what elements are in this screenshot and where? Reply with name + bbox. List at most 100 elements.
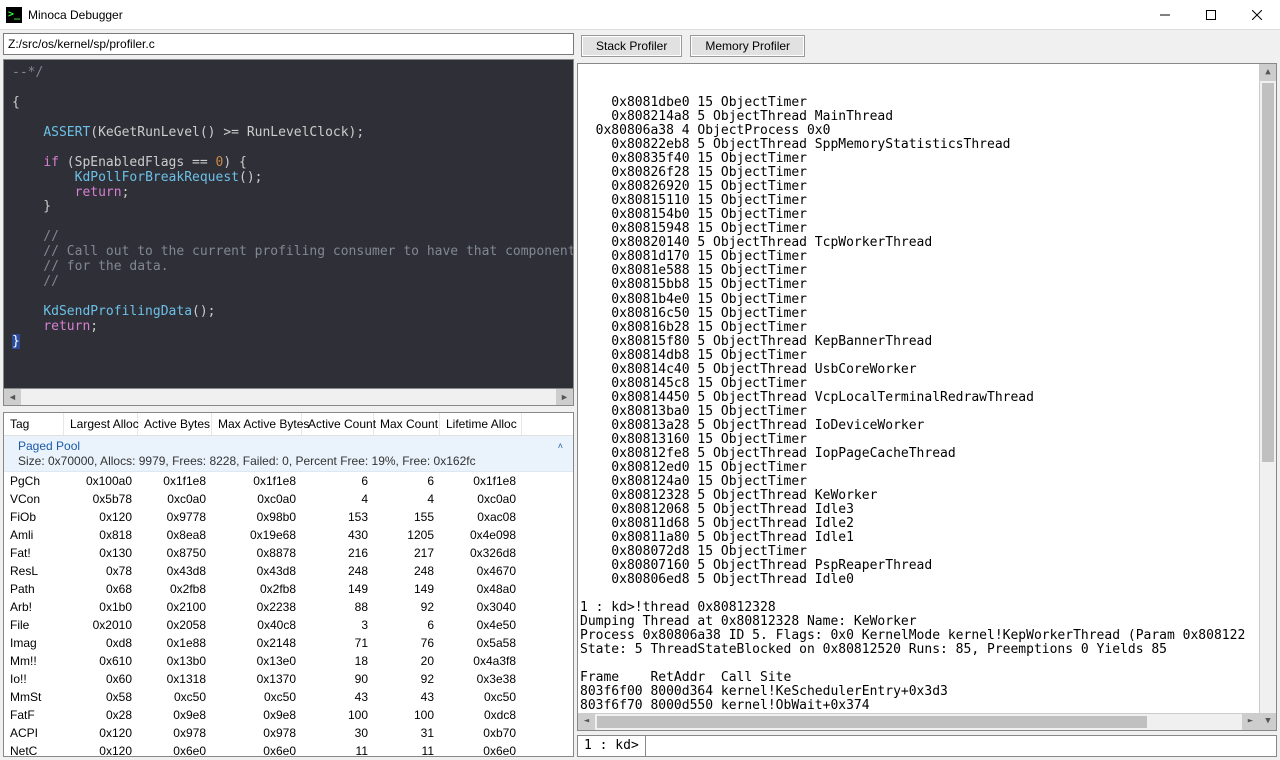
col-header[interactable]: Lifetime Alloc [440, 413, 522, 435]
table-cell: 0x78 [64, 563, 138, 579]
console-hscrollbar[interactable]: ◄► [578, 713, 1259, 730]
stack-profiler-button[interactable]: Stack Profiler [581, 35, 682, 57]
table-cell: 0xc50 [212, 689, 302, 705]
table-cell: 0x2fb8 [138, 581, 212, 597]
memory-table[interactable]: TagLargest AllocActive BytesMax Active B… [3, 412, 574, 757]
table-row[interactable]: ACPI0x1200x9780x97830310xb70 [4, 724, 573, 742]
close-button[interactable] [1234, 0, 1280, 30]
table-row[interactable]: Io!!0x600x13180x137090920x3e38 [4, 670, 573, 688]
table-row[interactable]: MmSt0x580xc500xc5043430xc50 [4, 688, 573, 706]
table-row[interactable]: PgCh0x100a00x1f1e80x1f1e8660x1f1e8 [4, 472, 573, 490]
table-cell: 20 [374, 653, 440, 669]
table-cell: 248 [374, 563, 440, 579]
table-cell: 0x1f1e8 [138, 473, 212, 489]
table-cell: 0xc0a0 [138, 491, 212, 507]
table-cell: 0xc0a0 [440, 491, 522, 507]
col-header[interactable]: Max Count [374, 413, 440, 435]
table-cell: 92 [374, 671, 440, 687]
table-row[interactable]: File0x20100x20580x40c8360x4e50 [4, 616, 573, 634]
table-cell: 6 [302, 473, 374, 489]
console-vscrollbar[interactable]: ▲▼ [1259, 64, 1276, 730]
table-cell: Arb! [4, 599, 64, 615]
source-path-input[interactable] [3, 33, 574, 55]
table-cell: 0x60 [64, 671, 138, 687]
table-row[interactable]: Arb!0x1b00x21000x223888920x3040 [4, 598, 573, 616]
collapse-icon: ˄ [558, 441, 563, 451]
debug-console[interactable]: 0x8081dbe0 15 ObjectTimer 0x808214a8 5 O… [577, 63, 1277, 731]
table-row[interactable]: Path0x680x2fb80x2fb81491490x48a0 [4, 580, 573, 598]
table-cell: 0x9e8 [212, 707, 302, 723]
table-cell: 0x4e098 [440, 527, 522, 543]
table-cell: 0x58 [64, 689, 138, 705]
table-row[interactable]: FiOb0x1200x97780x98b01531550xac08 [4, 508, 573, 526]
table-cell: 0x13b0 [138, 653, 212, 669]
table-cell: 430 [302, 527, 374, 543]
table-cell: 0x2100 [138, 599, 212, 615]
table-cell: 0x4a3f8 [440, 653, 522, 669]
table-cell: 0x120 [64, 743, 138, 757]
table-cell: 0xac08 [440, 509, 522, 525]
table-cell: 0x2fb8 [212, 581, 302, 597]
group-title: Paged Pool [18, 439, 80, 453]
cmd-input[interactable] [645, 735, 1277, 757]
col-header[interactable]: Largest Alloc [64, 413, 138, 435]
col-header[interactable]: Active Bytes [138, 413, 212, 435]
code-hscrollbar[interactable]: ◄► [3, 389, 574, 406]
group-paged-pool[interactable]: Paged Pool ˄ Size: 0x70000, Allocs: 9979… [4, 436, 573, 472]
table-cell: 92 [374, 599, 440, 615]
table-cell: 155 [374, 509, 440, 525]
table-cell: 0x1318 [138, 671, 212, 687]
maximize-button[interactable] [1188, 0, 1234, 30]
table-row[interactable]: Imag0xd80x1e880x214871760x5a58 [4, 634, 573, 652]
table-row[interactable]: NetC0x1200x6e00x6e011110x6e0 [4, 742, 573, 757]
memory-profiler-button[interactable]: Memory Profiler [690, 35, 805, 57]
table-cell: 248 [302, 563, 374, 579]
table-cell: 11 [302, 743, 374, 757]
table-cell: 0x6e0 [440, 743, 522, 757]
table-cell: 90 [302, 671, 374, 687]
table-cell: 0x19e68 [212, 527, 302, 543]
table-cell: 4 [374, 491, 440, 507]
table-cell: 0x1f1e8 [212, 473, 302, 489]
table-cell: 3 [302, 617, 374, 633]
source-code-pane[interactable]: --*/ { ASSERT(KeGetRunLevel() >= RunLeve… [3, 59, 574, 389]
table-cell: 100 [302, 707, 374, 723]
app-icon: >_ [6, 7, 22, 23]
table-row[interactable]: Mm!!0x6100x13b00x13e018200x4a3f8 [4, 652, 573, 670]
table-cell: 0x2148 [212, 635, 302, 651]
table-cell: 0x120 [64, 509, 138, 525]
table-cell: Io!! [4, 671, 64, 687]
table-cell: 0x43d8 [138, 563, 212, 579]
table-cell: 0x68 [64, 581, 138, 597]
table-cell: 18 [302, 653, 374, 669]
table-cell: 76 [374, 635, 440, 651]
table-cell: 149 [302, 581, 374, 597]
table-cell: 6 [374, 617, 440, 633]
group-subtitle: Size: 0x70000, Allocs: 9979, Frees: 8228… [18, 453, 563, 468]
col-header[interactable]: Tag [4, 413, 64, 435]
col-header[interactable]: Active Count [302, 413, 374, 435]
table-row[interactable]: Fat!0x1300x87500x88782162170x326d8 [4, 544, 573, 562]
table-cell: 149 [374, 581, 440, 597]
table-cell: 0xc50 [440, 689, 522, 705]
table-row[interactable]: Amli0x8180x8ea80x19e6843012050x4e098 [4, 526, 573, 544]
table-cell: 43 [374, 689, 440, 705]
table-cell: 0x48a0 [440, 581, 522, 597]
table-cell: 0xdc8 [440, 707, 522, 723]
table-cell: PgCh [4, 473, 64, 489]
table-row[interactable]: FatF0x280x9e80x9e81001000xdc8 [4, 706, 573, 724]
table-cell: 0x28 [64, 707, 138, 723]
table-cell: 11 [374, 743, 440, 757]
table-row[interactable]: VCon0x5b780xc0a00xc0a0440xc0a0 [4, 490, 573, 508]
col-header[interactable]: Max Active Bytes [212, 413, 302, 435]
table-cell: 0x2058 [138, 617, 212, 633]
minimize-button[interactable] [1142, 0, 1188, 30]
table-cell: 0x3040 [440, 599, 522, 615]
window-title: Minoca Debugger [28, 8, 123, 22]
table-cell: Amli [4, 527, 64, 543]
table-row[interactable]: ResL0x780x43d80x43d82482480x4670 [4, 562, 573, 580]
table-cell: 0x9e8 [138, 707, 212, 723]
table-cell: 0xc0a0 [212, 491, 302, 507]
table-cell: 0x13e0 [212, 653, 302, 669]
table-cell: 71 [302, 635, 374, 651]
